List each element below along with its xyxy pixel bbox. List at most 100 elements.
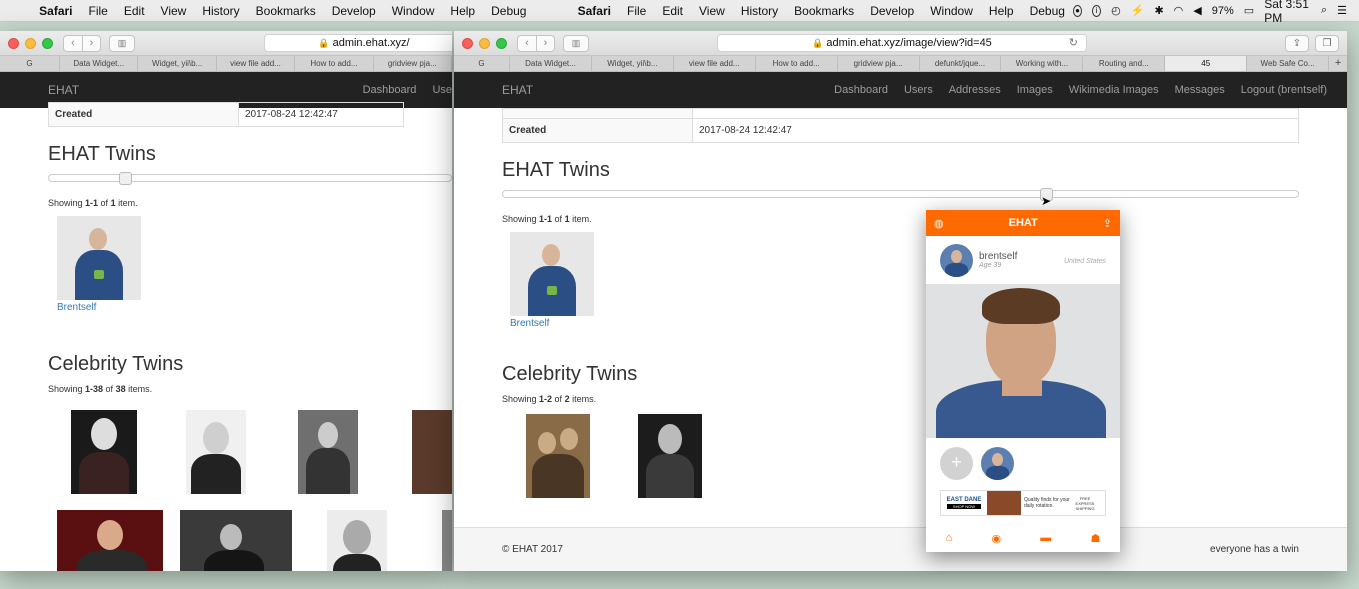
- tab[interactable]: defunkt/jque...: [920, 56, 1002, 71]
- zoom-icon[interactable]: [496, 37, 507, 49]
- home-icon[interactable]: ⌂: [946, 532, 953, 544]
- celebrity-thumb[interactable]: [638, 414, 702, 498]
- brand-link[interactable]: EHAT: [502, 83, 533, 97]
- tab[interactable]: Data Widget...: [510, 56, 592, 71]
- menu-help[interactable]: Help: [442, 4, 483, 18]
- accessibility-icon[interactable]: i: [1092, 4, 1102, 17]
- twin-photo[interactable]: [510, 232, 594, 316]
- tab[interactable]: view file add...: [217, 56, 296, 71]
- menu-window[interactable]: Window: [384, 4, 443, 18]
- celebrity-thumb[interactable]: [298, 410, 358, 494]
- share-icon[interactable]: ⇪: [1285, 34, 1309, 52]
- tab[interactable]: G: [0, 56, 60, 71]
- tab[interactable]: gridview pja...: [374, 56, 452, 71]
- nav-users[interactable]: Users: [904, 84, 933, 96]
- celebrity-thumb[interactable]: [442, 510, 452, 571]
- clock[interactable]: Sat 3:51 PM: [1264, 0, 1311, 25]
- tab[interactable]: Routing and...: [1083, 56, 1166, 71]
- menu-help-2[interactable]: Help: [981, 4, 1022, 18]
- time-machine-icon[interactable]: ◴: [1111, 4, 1121, 17]
- nav-images[interactable]: Images: [1017, 84, 1053, 96]
- ad-banner[interactable]: EAST DANE SHOP NOW Quality finds for you…: [940, 490, 1106, 516]
- menu-view-2[interactable]: View: [691, 4, 733, 18]
- address-bar[interactable]: 🔒 admin.ehat.xyz/image/view?id=45 ↻: [717, 34, 1087, 52]
- minimize-icon[interactable]: [479, 37, 490, 49]
- back-icon[interactable]: ‹: [518, 36, 536, 51]
- nav-messages[interactable]: Messages: [1175, 84, 1225, 96]
- nav-logout[interactable]: Logout (brentself): [1241, 84, 1327, 96]
- address-bar[interactable]: 🔒 admin.ehat.xyz/: [264, 34, 452, 52]
- celebrity-thumb[interactable]: [526, 414, 590, 498]
- photo-thumb[interactable]: [981, 446, 1014, 480]
- similarity-slider[interactable]: [48, 172, 452, 185]
- menu-file-2[interactable]: File: [619, 4, 654, 18]
- minimize-icon[interactable]: [25, 37, 36, 49]
- tab[interactable]: Widget, yii\b...: [138, 56, 217, 71]
- tab[interactable]: Working with...: [1001, 56, 1084, 71]
- bolt-icon[interactable]: ⚡: [1131, 4, 1145, 17]
- tab[interactable]: gridview pja...: [838, 56, 920, 71]
- menu-bookmarks[interactable]: Bookmarks: [248, 4, 324, 18]
- menu-edit-2[interactable]: Edit: [654, 4, 691, 18]
- tabs-overview-icon[interactable]: ❐: [1315, 34, 1339, 52]
- celebrity-thumb[interactable]: [71, 410, 137, 494]
- nav-dashboard[interactable]: Dashboard: [363, 84, 417, 96]
- camera-icon[interactable]: ◉: [991, 532, 1001, 545]
- reload-icon[interactable]: ↻: [1069, 35, 1078, 51]
- slider-handle[interactable]: [119, 172, 132, 185]
- share-icon[interactable]: ⇪: [1103, 217, 1112, 230]
- nav-wikimedia-images[interactable]: Wikimedia Images: [1069, 84, 1159, 96]
- ehat-twin-card[interactable]: Brentself: [57, 216, 141, 313]
- similarity-slider[interactable]: [502, 188, 1299, 201]
- battery-percent[interactable]: 97%: [1212, 5, 1234, 17]
- nav-addresses[interactable]: Addresses: [949, 84, 1001, 96]
- menu-safari[interactable]: Safari: [31, 4, 80, 18]
- phone-user-row[interactable]: brentself Age 39 United States: [926, 236, 1120, 284]
- battery-icon[interactable]: ▭: [1244, 4, 1254, 17]
- menu-window-2[interactable]: Window: [922, 4, 981, 18]
- celebrity-thumb[interactable]: [327, 510, 387, 571]
- forward-icon[interactable]: ›: [82, 35, 100, 51]
- tab[interactable]: Data Widget...: [60, 56, 139, 71]
- close-icon[interactable]: [462, 37, 473, 49]
- menu-develop-2[interactable]: Develop: [862, 4, 922, 18]
- twin-link[interactable]: Brentself: [57, 302, 141, 313]
- bluetooth-icon[interactable]: ✱: [1154, 4, 1163, 17]
- ad-cta[interactable]: SHOP NOW: [947, 503, 981, 509]
- twin-link[interactable]: Brentself: [510, 318, 594, 329]
- chat-icon[interactable]: ▬: [1040, 532, 1051, 544]
- tab[interactable]: How to add...: [295, 56, 374, 71]
- tab[interactable]: view file add...: [674, 56, 756, 71]
- sidebar-toggle-icon[interactable]: ▥: [563, 34, 589, 52]
- avatar[interactable]: [940, 243, 973, 277]
- menu-debug-2[interactable]: Debug: [1022, 4, 1073, 18]
- menu-history[interactable]: History: [194, 4, 247, 18]
- tab[interactable]: Web Safe Co...: [1247, 56, 1330, 71]
- tab[interactable]: How to add...: [756, 56, 838, 71]
- wifi-icon[interactable]: ◠: [1174, 4, 1184, 17]
- nav-dashboard[interactable]: Dashboard: [834, 84, 888, 96]
- person-icon[interactable]: ☗: [1090, 532, 1100, 545]
- menu-bookmarks-2[interactable]: Bookmarks: [786, 4, 862, 18]
- notification-center-icon[interactable]: ☰: [1337, 4, 1347, 17]
- add-photo-button[interactable]: +: [940, 446, 973, 480]
- record-icon[interactable]: ●: [1072, 4, 1083, 17]
- new-tab-icon[interactable]: +: [1329, 56, 1347, 71]
- celebrity-thumb[interactable]: [186, 410, 246, 494]
- nav-users[interactable]: Use: [432, 84, 452, 96]
- celebrity-thumb[interactable]: [180, 510, 292, 571]
- menu-view[interactable]: View: [153, 4, 195, 18]
- forward-icon[interactable]: ›: [536, 35, 554, 51]
- menu-history-2[interactable]: History: [733, 4, 786, 18]
- celebrity-thumb[interactable]: [412, 410, 452, 494]
- menu-debug[interactable]: Debug: [483, 4, 534, 18]
- sidebar-toggle-icon[interactable]: ▥: [109, 34, 135, 52]
- tab[interactable]: Widget, yii\b...: [592, 56, 674, 71]
- zoom-icon[interactable]: [42, 37, 53, 49]
- spotlight-icon[interactable]: ⌕: [1321, 4, 1327, 17]
- celebrity-thumb[interactable]: [57, 510, 163, 571]
- menu-develop[interactable]: Develop: [324, 4, 384, 18]
- tab-active[interactable]: 45: [1165, 56, 1248, 71]
- profile-photo[interactable]: [926, 284, 1120, 438]
- menu-file[interactable]: File: [81, 4, 116, 18]
